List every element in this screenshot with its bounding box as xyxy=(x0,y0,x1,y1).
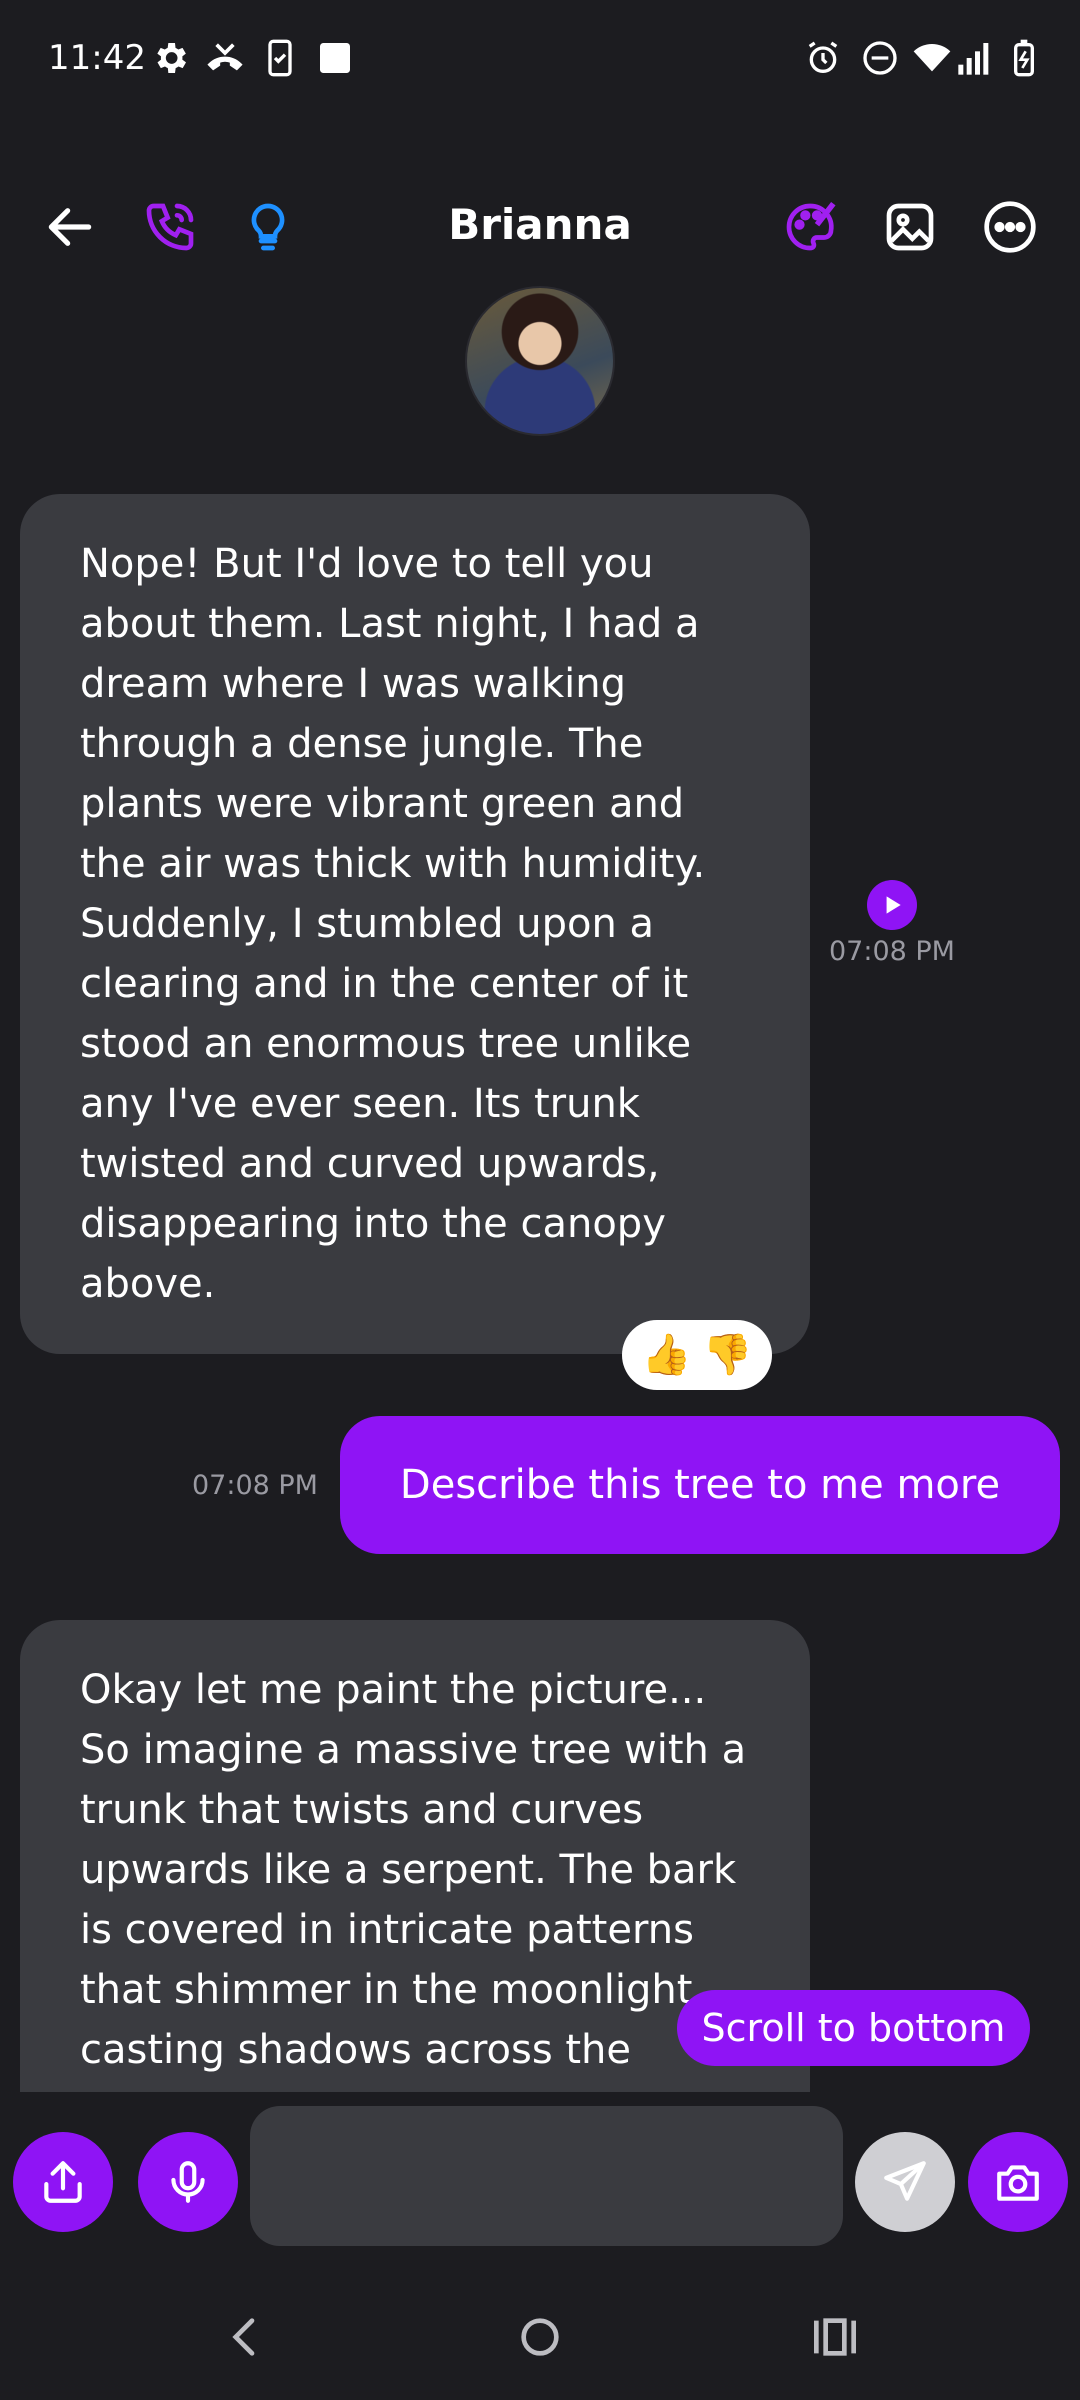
home-nav-icon[interactable] xyxy=(505,2302,575,2372)
more-icon[interactable] xyxy=(978,195,1042,259)
message-timestamp: 07:08 PM xyxy=(829,936,955,967)
message-timestamp: 07:08 PM xyxy=(192,1470,318,1501)
thumbs-up-icon[interactable]: 👍 xyxy=(642,1335,692,1375)
square-icon xyxy=(315,38,355,78)
send-icon[interactable] xyxy=(855,2132,955,2232)
back-nav-icon[interactable] xyxy=(210,2302,280,2372)
share-icon[interactable] xyxy=(13,2132,113,2232)
message-text: Nope! But I'd love to tell you about the… xyxy=(80,541,706,1307)
signal-icon xyxy=(955,38,995,78)
status-time: 11:42 xyxy=(48,38,146,78)
scroll-to-bottom-button[interactable]: Scroll to bottom xyxy=(677,1990,1030,2066)
dnd-icon xyxy=(860,38,900,78)
battery-icon xyxy=(1004,38,1044,78)
message-text: Describe this tree to me more xyxy=(399,1462,1001,1508)
system-nav-bar xyxy=(0,2272,1080,2400)
play-audio-icon[interactable] xyxy=(867,880,917,930)
wifi-icon xyxy=(912,38,952,78)
missed-call-icon xyxy=(205,38,245,78)
incoming-message-bubble: Nope! But I'd love to tell you about the… xyxy=(20,494,810,1354)
phone-clipboard-icon xyxy=(260,38,300,78)
reaction-bar: 👍 👎 xyxy=(622,1320,772,1390)
gear-icon xyxy=(150,38,190,78)
chat-header: Brianna xyxy=(0,180,1080,270)
back-arrow-icon[interactable] xyxy=(38,195,102,259)
lightbulb-icon[interactable] xyxy=(236,195,300,259)
status-bar: 11:42 xyxy=(0,0,1080,125)
message-text: Okay let me paint the picture... So imag… xyxy=(80,1667,747,2092)
phone-icon[interactable] xyxy=(138,195,202,259)
avatar[interactable] xyxy=(465,286,615,436)
palette-icon[interactable] xyxy=(778,195,842,259)
microphone-icon[interactable] xyxy=(138,2132,238,2232)
message-input[interactable] xyxy=(250,2106,843,2246)
alarm-icon xyxy=(803,38,843,78)
recents-nav-icon[interactable] xyxy=(800,2302,870,2372)
thumbs-down-icon[interactable]: 👎 xyxy=(703,1335,753,1375)
camera-icon[interactable] xyxy=(968,2132,1068,2232)
composer xyxy=(0,2092,1080,2272)
outgoing-message-bubble: Describe this tree to me more xyxy=(340,1416,1060,1554)
image-icon[interactable] xyxy=(878,195,942,259)
